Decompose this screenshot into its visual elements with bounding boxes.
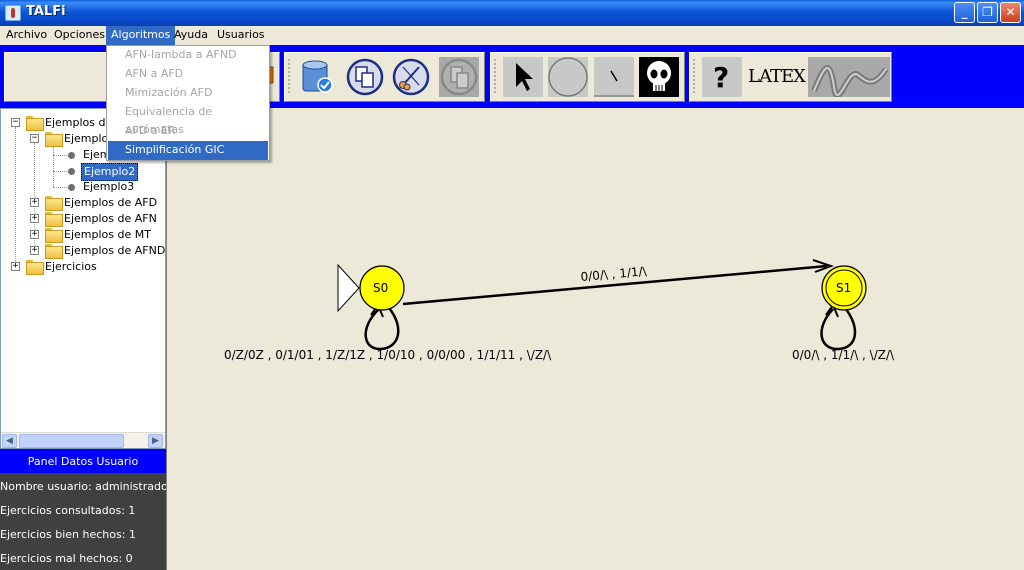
menu-item-afd-er[interactable]: AFD a ER: [108, 122, 268, 141]
toolbar-group-help: ? LATEX: [689, 52, 892, 102]
user-name: Nombre usuario: administrador: [0, 480, 173, 493]
state-tool-button[interactable]: [548, 57, 588, 97]
folder-icon: [26, 260, 44, 275]
minimize-button[interactable]: _: [954, 2, 975, 23]
menu-item-afn-afd[interactable]: AFN a AFD: [108, 65, 268, 84]
state-label-s0: S0: [373, 281, 389, 295]
exercises-correct: Ejercicios bien hechos: 1: [0, 528, 136, 541]
graph-export-button[interactable]: [808, 57, 890, 98]
collapse-icon[interactable]: −: [11, 118, 20, 127]
folder-icon: [45, 228, 63, 243]
title-bar: TALFi _ ❐ ✕: [0, 0, 1024, 26]
close-button[interactable]: ✕: [1000, 2, 1021, 23]
circle-state-icon: [548, 57, 588, 97]
tree-leaf-ejemplo3[interactable]: Ejemplo3: [1, 179, 165, 195]
expand-icon[interactable]: +: [30, 198, 39, 207]
copy-icon: [346, 58, 384, 96]
expand-icon[interactable]: +: [30, 246, 39, 255]
tree-leaf-ejemplo2[interactable]: Ejemplo2: [1, 163, 165, 181]
automaton-diagram: [337, 259, 867, 351]
initial-state-arrow-icon: [337, 263, 360, 313]
paste-icon: [440, 58, 478, 96]
loop-label-s1: 0/0/\ , 1/1/\ , \/Z/\: [792, 348, 895, 362]
window-title: TALFi: [26, 4, 66, 19]
menu-opciones[interactable]: Opciones: [49, 26, 110, 45]
expand-icon[interactable]: +: [30, 230, 39, 239]
collapse-icon[interactable]: −: [30, 134, 39, 143]
folder-icon: [45, 244, 63, 259]
menu-item-equivalencia[interactable]: Equivalencia de autómatas: [108, 103, 268, 136]
latex-logo-icon: LATEX: [748, 66, 806, 87]
latex-export-button[interactable]: LATEX: [746, 57, 806, 97]
scroll-right-arrow-icon[interactable]: ▶: [148, 434, 163, 448]
leaf-dot-icon: [68, 168, 75, 175]
user-data-panel: Panel Datos Usuario Nombre usuario: admi…: [0, 449, 172, 570]
toolbar-group-edit: [284, 52, 485, 102]
question-mark-icon: ?: [713, 61, 730, 94]
delete-button[interactable]: [297, 57, 337, 97]
menu-algoritmos[interactable]: Algoritmos: [106, 26, 176, 45]
transition-tool-button[interactable]: [594, 57, 634, 97]
toolbar-group-draw: [490, 52, 685, 102]
paste-button[interactable]: [439, 57, 479, 97]
menu-archivo[interactable]: Archivo: [1, 26, 52, 45]
leaf-dot-icon: [68, 152, 75, 159]
tree-node-ejercicios[interactable]: + Ejercicios: [1, 259, 165, 275]
cut-button[interactable]: [391, 57, 431, 97]
state-label-s1: S1: [836, 281, 852, 295]
tree-node-mt[interactable]: + Ejemplos de MT: [1, 227, 165, 243]
line-transition-icon: [594, 70, 634, 97]
scroll-thumb[interactable]: [19, 434, 124, 448]
automaton-canvas[interactable]: S0 S1 0/0/\ , 1/1/\ 0/Z/0Z , 0/1/01 , 1/…: [166, 108, 1024, 570]
scissors-icon: [392, 58, 430, 96]
user-panel-header: Panel Datos Usuario: [0, 449, 166, 473]
help-button[interactable]: ?: [702, 57, 742, 97]
arrow-cursor-icon: [516, 63, 533, 91]
copy-button[interactable]: [345, 57, 385, 97]
menu-usuarios[interactable]: Usuarios: [212, 26, 270, 45]
wave-graph-icon: [811, 65, 889, 98]
java-app-icon: [5, 5, 21, 21]
folder-icon: [45, 196, 63, 211]
tree-node-afd[interactable]: + Ejemplos de AFD: [1, 195, 165, 211]
folder-open-icon: [26, 116, 44, 131]
menu-bar: Archivo Opciones Algoritmos Ayuda Usuari…: [0, 26, 1024, 45]
folder-open-icon: [45, 132, 63, 147]
exercises-consulted: Ejercicios consultados: 1: [0, 504, 136, 517]
expand-icon[interactable]: +: [30, 214, 39, 223]
algoritmos-dropdown: AFN-lambda a AFND AFN a AFD Mimización A…: [106, 45, 270, 161]
trash-bin-icon: [302, 60, 333, 93]
tree-node-afn[interactable]: + Ejemplos de AFN: [1, 211, 165, 227]
scroll-left-arrow-icon[interactable]: ◀: [2, 434, 17, 448]
expand-icon[interactable]: +: [11, 262, 20, 271]
menu-ayuda[interactable]: Ayuda: [169, 26, 213, 45]
delete-tool-button[interactable]: [639, 57, 679, 97]
loop-label-s0: 0/Z/0Z , 0/1/01 , 1/Z/1Z , 1/0/10 , 0/0/…: [224, 348, 552, 362]
leaf-dot-icon: [68, 184, 75, 191]
menu-item-simplificacion-gic[interactable]: Simplificación GIC: [108, 141, 268, 160]
menu-item-afn-lambda-afnd[interactable]: AFN-lambda a AFND: [108, 46, 268, 65]
maximize-button[interactable]: ❐: [977, 2, 998, 23]
menu-item-minimizacion-afd[interactable]: Mimización AFD: [108, 84, 268, 103]
skull-icon: [647, 61, 671, 91]
tree-node-afnd-lambda[interactable]: + Ejemplos de AFND-lambda: [1, 243, 165, 259]
folder-icon: [45, 212, 63, 227]
select-tool-button[interactable]: [503, 57, 543, 97]
exercises-wrong: Ejercicios mal hechos: 0: [0, 552, 133, 565]
tree-horizontal-scrollbar[interactable]: ◀ ▶: [1, 432, 165, 448]
